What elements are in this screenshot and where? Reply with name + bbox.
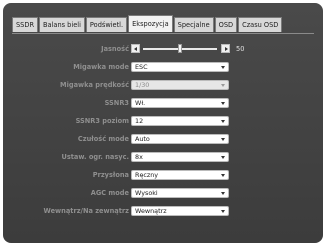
settings-tabs: SSDR Balans bieli Podświetl. Ekspozycja … — [12, 15, 283, 33]
ssnr3-row: SSNR3 Wł. — [3, 97, 323, 109]
brightness-decrease-button[interactable] — [131, 44, 140, 53]
chevron-down-icon — [221, 138, 225, 141]
chevron-down-icon — [221, 66, 225, 69]
tab-special[interactable]: Specjalne — [173, 17, 214, 32]
shutter-speed-row: Migawka prędkość 1/30 — [3, 79, 323, 91]
shutter-speed-label: Migawka prędkość — [60, 81, 129, 89]
tab-white-balance[interactable]: Balans bieli — [39, 17, 85, 32]
agc-mode-select[interactable]: Wysoki — [131, 188, 229, 198]
shutter-mode-value: ESC — [135, 63, 148, 71]
ssnr3-level-select[interactable]: 12 — [131, 116, 229, 126]
brightness-slider-thumb[interactable] — [178, 44, 182, 53]
chevron-down-icon — [221, 192, 225, 195]
agc-mode-label: AGC mode — [90, 189, 129, 197]
brightness-row: Jasność 50 — [3, 43, 323, 55]
max-sens-label: Ustaw. ogr. nasyc. — [61, 153, 130, 161]
tab-exposure[interactable]: Ekspozycja — [128, 15, 173, 32]
shutter-mode-select[interactable]: ESC — [131, 62, 229, 72]
chevron-down-icon — [221, 156, 225, 159]
iris-select[interactable]: Ręczny — [131, 170, 229, 180]
ssnr3-select[interactable]: Wł. — [131, 98, 229, 108]
agc-mode-row: AGC mode Wysoki — [3, 187, 323, 199]
max-sens-row: Ustaw. ogr. nasyc. 8x — [3, 151, 323, 163]
sens-mode-value: Auto — [135, 135, 150, 143]
in-out-value: Wewnątrz — [135, 207, 167, 215]
sens-mode-row: Czułość mode Auto — [3, 133, 323, 145]
in-out-row: Wewnątrz/Na zewnątrz Wewnątrz — [3, 205, 323, 217]
ssnr3-level-row: SSNR3 poziom 12 — [3, 115, 323, 127]
ssnr3-value: Wł. — [135, 99, 146, 107]
in-out-label: Wewnątrz/Na zewnątrz — [43, 207, 129, 215]
arrow-left-icon — [134, 47, 137, 51]
ssnr3-level-label: SSNR3 poziom — [75, 117, 129, 125]
chevron-down-icon — [221, 210, 225, 213]
brightness-increase-button[interactable] — [221, 44, 230, 53]
tab-osd[interactable]: OSD — [214, 17, 238, 32]
chevron-down-icon — [221, 174, 225, 177]
brightness-label: Jasność — [101, 45, 129, 53]
chevron-down-icon — [221, 120, 225, 123]
chevron-down-icon — [221, 84, 225, 87]
iris-label: Przysłona — [92, 171, 129, 179]
tab-osd-time[interactable]: Czasu OSD — [238, 17, 283, 32]
max-sens-value: 8x — [135, 153, 143, 161]
in-out-select[interactable]: Wewnątrz — [131, 206, 229, 216]
iris-value: Ręczny — [135, 171, 159, 179]
tab-divider — [12, 33, 314, 34]
sens-mode-select[interactable]: Auto — [131, 134, 229, 144]
brightness-slider-track[interactable] — [143, 44, 217, 53]
shutter-speed-select: 1/30 — [131, 80, 229, 90]
max-sens-select[interactable]: 8x — [131, 152, 229, 162]
ssnr3-label: SSNR3 — [104, 99, 129, 107]
ssnr3-level-value: 12 — [135, 117, 144, 125]
chevron-down-icon — [221, 102, 225, 105]
sens-mode-label: Czułość mode — [77, 135, 129, 143]
tab-ssdr[interactable]: SSDR — [12, 17, 39, 32]
shutter-speed-value: 1/30 — [135, 81, 150, 89]
shutter-mode-label: Migawka mode — [73, 63, 129, 71]
brightness-value: 50 — [236, 45, 245, 53]
exposure-settings-panel: SSDR Balans bieli Podświetl. Ekspozycja … — [3, 3, 323, 243]
agc-mode-value: Wysoki — [135, 189, 158, 197]
tab-backlight[interactable]: Podświetl. — [85, 17, 128, 32]
iris-row: Przysłona Ręczny — [3, 169, 323, 181]
arrow-right-icon — [225, 47, 228, 51]
shutter-mode-row: Migawka mode ESC — [3, 61, 323, 73]
